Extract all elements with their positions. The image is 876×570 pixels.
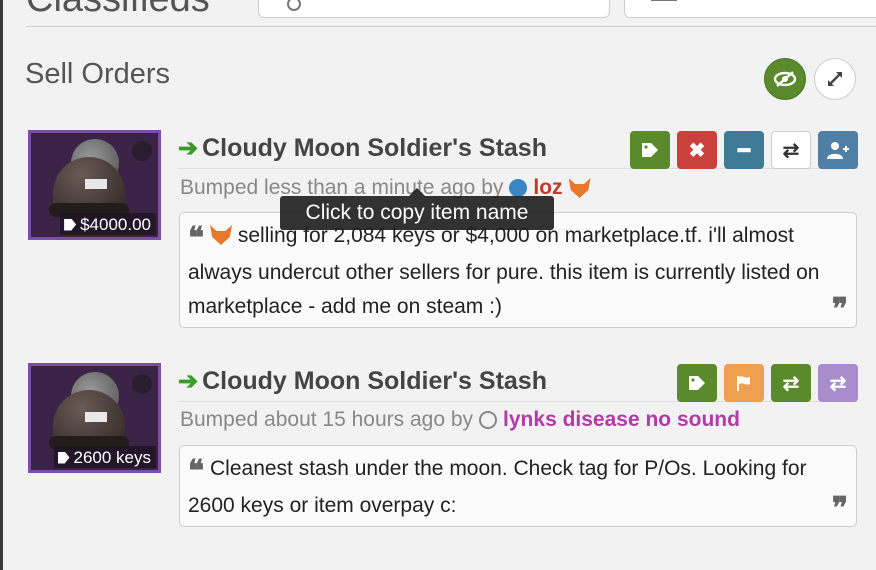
search-icon — [287, 0, 301, 11]
item-name: Cloudy Moon Soldier's Stash — [202, 134, 547, 162]
bumped-info: Bumped about 15 hours ago by lynks disea… — [180, 408, 740, 432]
price-label: $4000.00 — [80, 214, 151, 234]
offline-status-icon — [479, 411, 498, 429]
username-link[interactable]: lynks disease no sound — [503, 408, 740, 432]
tag-icon — [57, 451, 70, 464]
helmet-paper — [85, 179, 107, 189]
price-label: 2600 keys — [73, 447, 152, 467]
minimize-button[interactable]: ━ — [724, 131, 764, 169]
price-badge: 2600 keys — [53, 446, 156, 468]
item-title[interactable]: ➔ Cloudy Moon Soldier's Stash — [178, 134, 547, 163]
add-user-icon — [827, 142, 849, 159]
status-indicator — [132, 141, 152, 161]
report-button[interactable] — [724, 364, 764, 402]
exchange-icon: ⇄ — [829, 372, 847, 395]
tag-icon — [642, 143, 658, 157]
online-status-icon — [509, 179, 528, 197]
tag-icon — [689, 376, 705, 390]
menu-icon — [651, 0, 677, 3]
action-buttons: ✖ ━ ⇄ — [630, 131, 858, 169]
minus-icon: ━ — [737, 139, 751, 162]
quote-close-icon: ❞ — [831, 491, 848, 526]
page-title: Classifieds — [26, 0, 210, 21]
exchange-icon: ⇄ — [782, 372, 800, 395]
trade-button[interactable]: ⇄ — [771, 364, 811, 402]
expand-icon — [828, 72, 842, 86]
item-image[interactable]: $4000.00 — [28, 130, 161, 240]
hide-button[interactable] — [764, 58, 806, 100]
tag-button[interactable] — [630, 131, 670, 169]
search-input[interactable] — [258, 0, 610, 18]
arrow-right-icon: ➔ — [178, 368, 199, 395]
fox-emoji-icon — [210, 225, 232, 245]
copy-name-tooltip: Click to copy item name — [280, 188, 554, 230]
tag-button[interactable] — [677, 364, 717, 402]
add-friend-button[interactable] — [818, 131, 858, 169]
section-title: Sell Orders — [25, 58, 171, 90]
listing-description: ❝ Cleanest stash under the moon. Check t… — [179, 445, 857, 527]
helmet-paper — [85, 412, 107, 422]
action-buttons: ⇄ ⇄ — [677, 364, 858, 402]
description-text: Cleanest stash under the moon. Check tag… — [188, 457, 807, 517]
retweet-icon: ⇄ — [782, 139, 800, 162]
delete-button[interactable]: ✖ — [677, 131, 717, 169]
flag-icon — [737, 376, 750, 391]
item-title[interactable]: ➔ Cloudy Moon Soldier's Stash — [178, 367, 547, 396]
tag-icon — [64, 218, 77, 231]
quote-open-icon: ❝ — [188, 454, 205, 489]
window-edge — [0, 0, 3, 570]
bumped-text: Bumped about 15 hours ago by — [180, 408, 474, 431]
item-name: Cloudy Moon Soldier's Stash — [202, 367, 547, 395]
bump-button[interactable]: ⇄ — [771, 131, 811, 169]
status-indicator — [132, 374, 152, 394]
description-text: selling for 2,084 keys or $4,000 on mark… — [188, 224, 820, 318]
quote-close-icon: ❞ — [831, 292, 848, 327]
divider — [26, 26, 876, 27]
filter-input[interactable] — [624, 0, 876, 18]
item-image[interactable]: 2600 keys — [28, 363, 161, 473]
trade-offer-button[interactable]: ⇄ — [818, 364, 858, 402]
price-badge: $4000.00 — [60, 213, 156, 235]
arrow-right-icon: ➔ — [178, 135, 199, 162]
expand-button[interactable] — [814, 58, 856, 100]
fox-emoji-icon — [568, 178, 591, 198]
quote-open-icon: ❝ — [188, 221, 205, 256]
eye-slash-icon — [773, 71, 797, 87]
close-icon: ✖ — [688, 139, 706, 162]
